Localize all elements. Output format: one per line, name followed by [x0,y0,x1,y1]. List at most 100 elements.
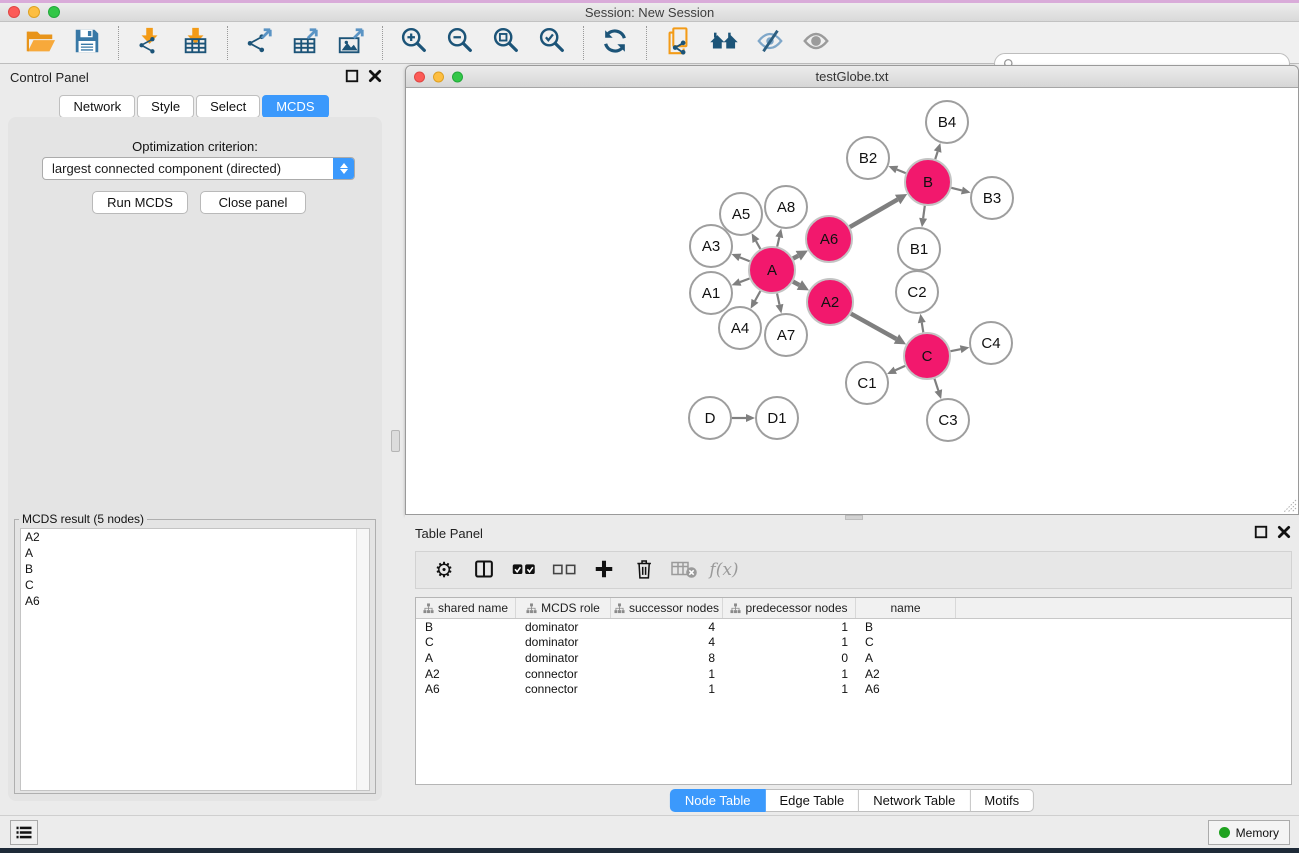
save-button[interactable] [68,26,106,60]
run-mcds-button[interactable]: Run MCDS [92,191,188,214]
edge-C-C1[interactable] [887,366,905,374]
import-network-button[interactable] [131,26,169,60]
memory-button[interactable]: Memory [1208,820,1290,845]
tab-motifs[interactable]: Motifs [970,789,1034,812]
edge-A-A3[interactable] [731,254,749,262]
frame-minimize-button[interactable] [433,71,444,82]
edge-A-A2[interactable] [793,280,809,290]
hide-detail-button[interactable] [751,26,789,60]
mcds-result-item[interactable]: C [21,577,369,593]
close-panel-button[interactable]: Close panel [200,191,306,214]
node-A[interactable]: A [749,247,795,293]
edge-A6-B[interactable] [850,194,907,227]
frame-close-button[interactable] [414,71,425,82]
float-panel-icon[interactable] [1254,525,1268,539]
delete-table-button[interactable] [666,555,702,585]
column-header-successor-nodes[interactable]: successor nodes [611,598,723,618]
resize-grip-icon[interactable] [1283,499,1297,513]
edge-A-A5[interactable] [752,233,761,249]
close-panel-icon[interactable] [368,69,382,83]
node-D1[interactable]: D1 [756,397,798,439]
zoom-in-button[interactable] [395,26,433,60]
criterion-dropdown[interactable]: largest connected component (directed) [42,157,355,180]
import-table-button[interactable] [177,26,215,60]
close-panel-icon[interactable] [1277,525,1291,539]
open-folder-button[interactable] [22,26,60,60]
column-header-MCDS-role[interactable]: MCDS role [516,598,611,618]
tab-node-table[interactable]: Node Table [670,789,766,812]
vertical-splitter[interactable] [390,64,405,815]
network-frame-titlebar[interactable]: testGlobe.txt [406,66,1298,88]
zoom-out-button[interactable] [441,26,479,60]
list-scrollbar[interactable] [356,529,369,790]
edge-B-B1[interactable] [919,206,927,227]
node-A3[interactable]: A3 [690,225,732,267]
delete-column-button[interactable] [626,555,662,585]
minimize-window-button[interactable] [28,6,40,18]
node-A8[interactable]: A8 [765,186,807,228]
mcds-result-item[interactable]: A2 [21,529,369,545]
zoom-selected-button[interactable] [533,26,571,60]
table-row[interactable]: Cdominator41C [416,635,1291,651]
edge-C-C4[interactable] [951,345,970,353]
node-A5[interactable]: A5 [720,193,762,235]
node-C4[interactable]: C4 [970,322,1012,364]
zoom-fit-button[interactable] [487,26,525,60]
column-header-shared-name[interactable]: shared name [416,598,516,618]
add-column-button[interactable] [586,555,622,585]
float-panel-icon[interactable] [345,69,359,83]
column-header-predecessor-nodes[interactable]: predecessor nodes [723,598,856,618]
export-network-button[interactable] [240,26,278,60]
edge-D-D1[interactable] [732,414,755,422]
node-B2[interactable]: B2 [847,137,889,179]
edge-B-B3[interactable] [951,187,970,195]
table-row[interactable]: A2connector11A2 [416,666,1291,682]
export-table-button[interactable] [286,26,324,60]
node-C3[interactable]: C3 [927,399,969,441]
refresh-button[interactable] [596,26,634,60]
home-button[interactable] [705,26,743,60]
node-C[interactable]: C [904,333,950,379]
edge-A-A7[interactable] [776,293,784,313]
node-A7[interactable]: A7 [765,314,807,356]
edge-A2-C[interactable] [851,314,906,345]
tab-network[interactable]: Network [59,95,135,118]
table-row[interactable]: Adominator80A [416,650,1291,666]
edge-C-C3[interactable] [934,379,942,399]
edge-B-B2[interactable] [888,166,905,173]
export-image-button[interactable] [332,26,370,60]
edge-C-C2[interactable] [918,314,926,333]
tab-network-table[interactable]: Network Table [859,789,970,812]
node-C1[interactable]: C1 [846,362,888,404]
deselect-all-checks-button[interactable] [546,555,582,585]
maximize-window-button[interactable] [48,6,60,18]
mcds-result-list[interactable]: A2ABCA6 [20,528,370,791]
node-C2[interactable]: C2 [896,271,938,313]
tab-style[interactable]: Style [137,95,194,118]
split-view-button[interactable] [466,555,502,585]
edge-A-A8[interactable] [775,228,783,246]
mcds-result-item[interactable]: A6 [21,593,369,609]
gear-button[interactable]: ⚙ [426,555,462,585]
frame-maximize-button[interactable] [452,71,463,82]
column-header-name[interactable]: name [856,598,956,618]
table-row[interactable]: Bdominator41B [416,619,1291,635]
node-A6[interactable]: A6 [806,216,852,262]
node-B4[interactable]: B4 [926,101,968,143]
duplicate-network-button[interactable] [659,26,697,60]
edge-A-A6[interactable] [793,250,808,260]
close-window-button[interactable] [8,6,20,18]
edge-A-A4[interactable] [751,291,761,309]
network-canvas[interactable]: B4B2BB3A8A5A6B1A3AC2A1A2A4A7C4CC1C3DD1 [406,88,1298,514]
node-A2[interactable]: A2 [807,279,853,325]
show-detail-button[interactable] [797,26,835,60]
task-history-button[interactable] [10,820,38,845]
node-B[interactable]: B [905,159,951,205]
node-A1[interactable]: A1 [690,272,732,314]
tab-edge-table[interactable]: Edge Table [765,789,859,812]
splitter-grip[interactable] [391,430,400,452]
edge-B-B4[interactable] [934,143,942,159]
edge-A-A1[interactable] [732,278,750,285]
node-D[interactable]: D [689,397,731,439]
table-row[interactable]: A6connector11A6 [416,681,1291,697]
